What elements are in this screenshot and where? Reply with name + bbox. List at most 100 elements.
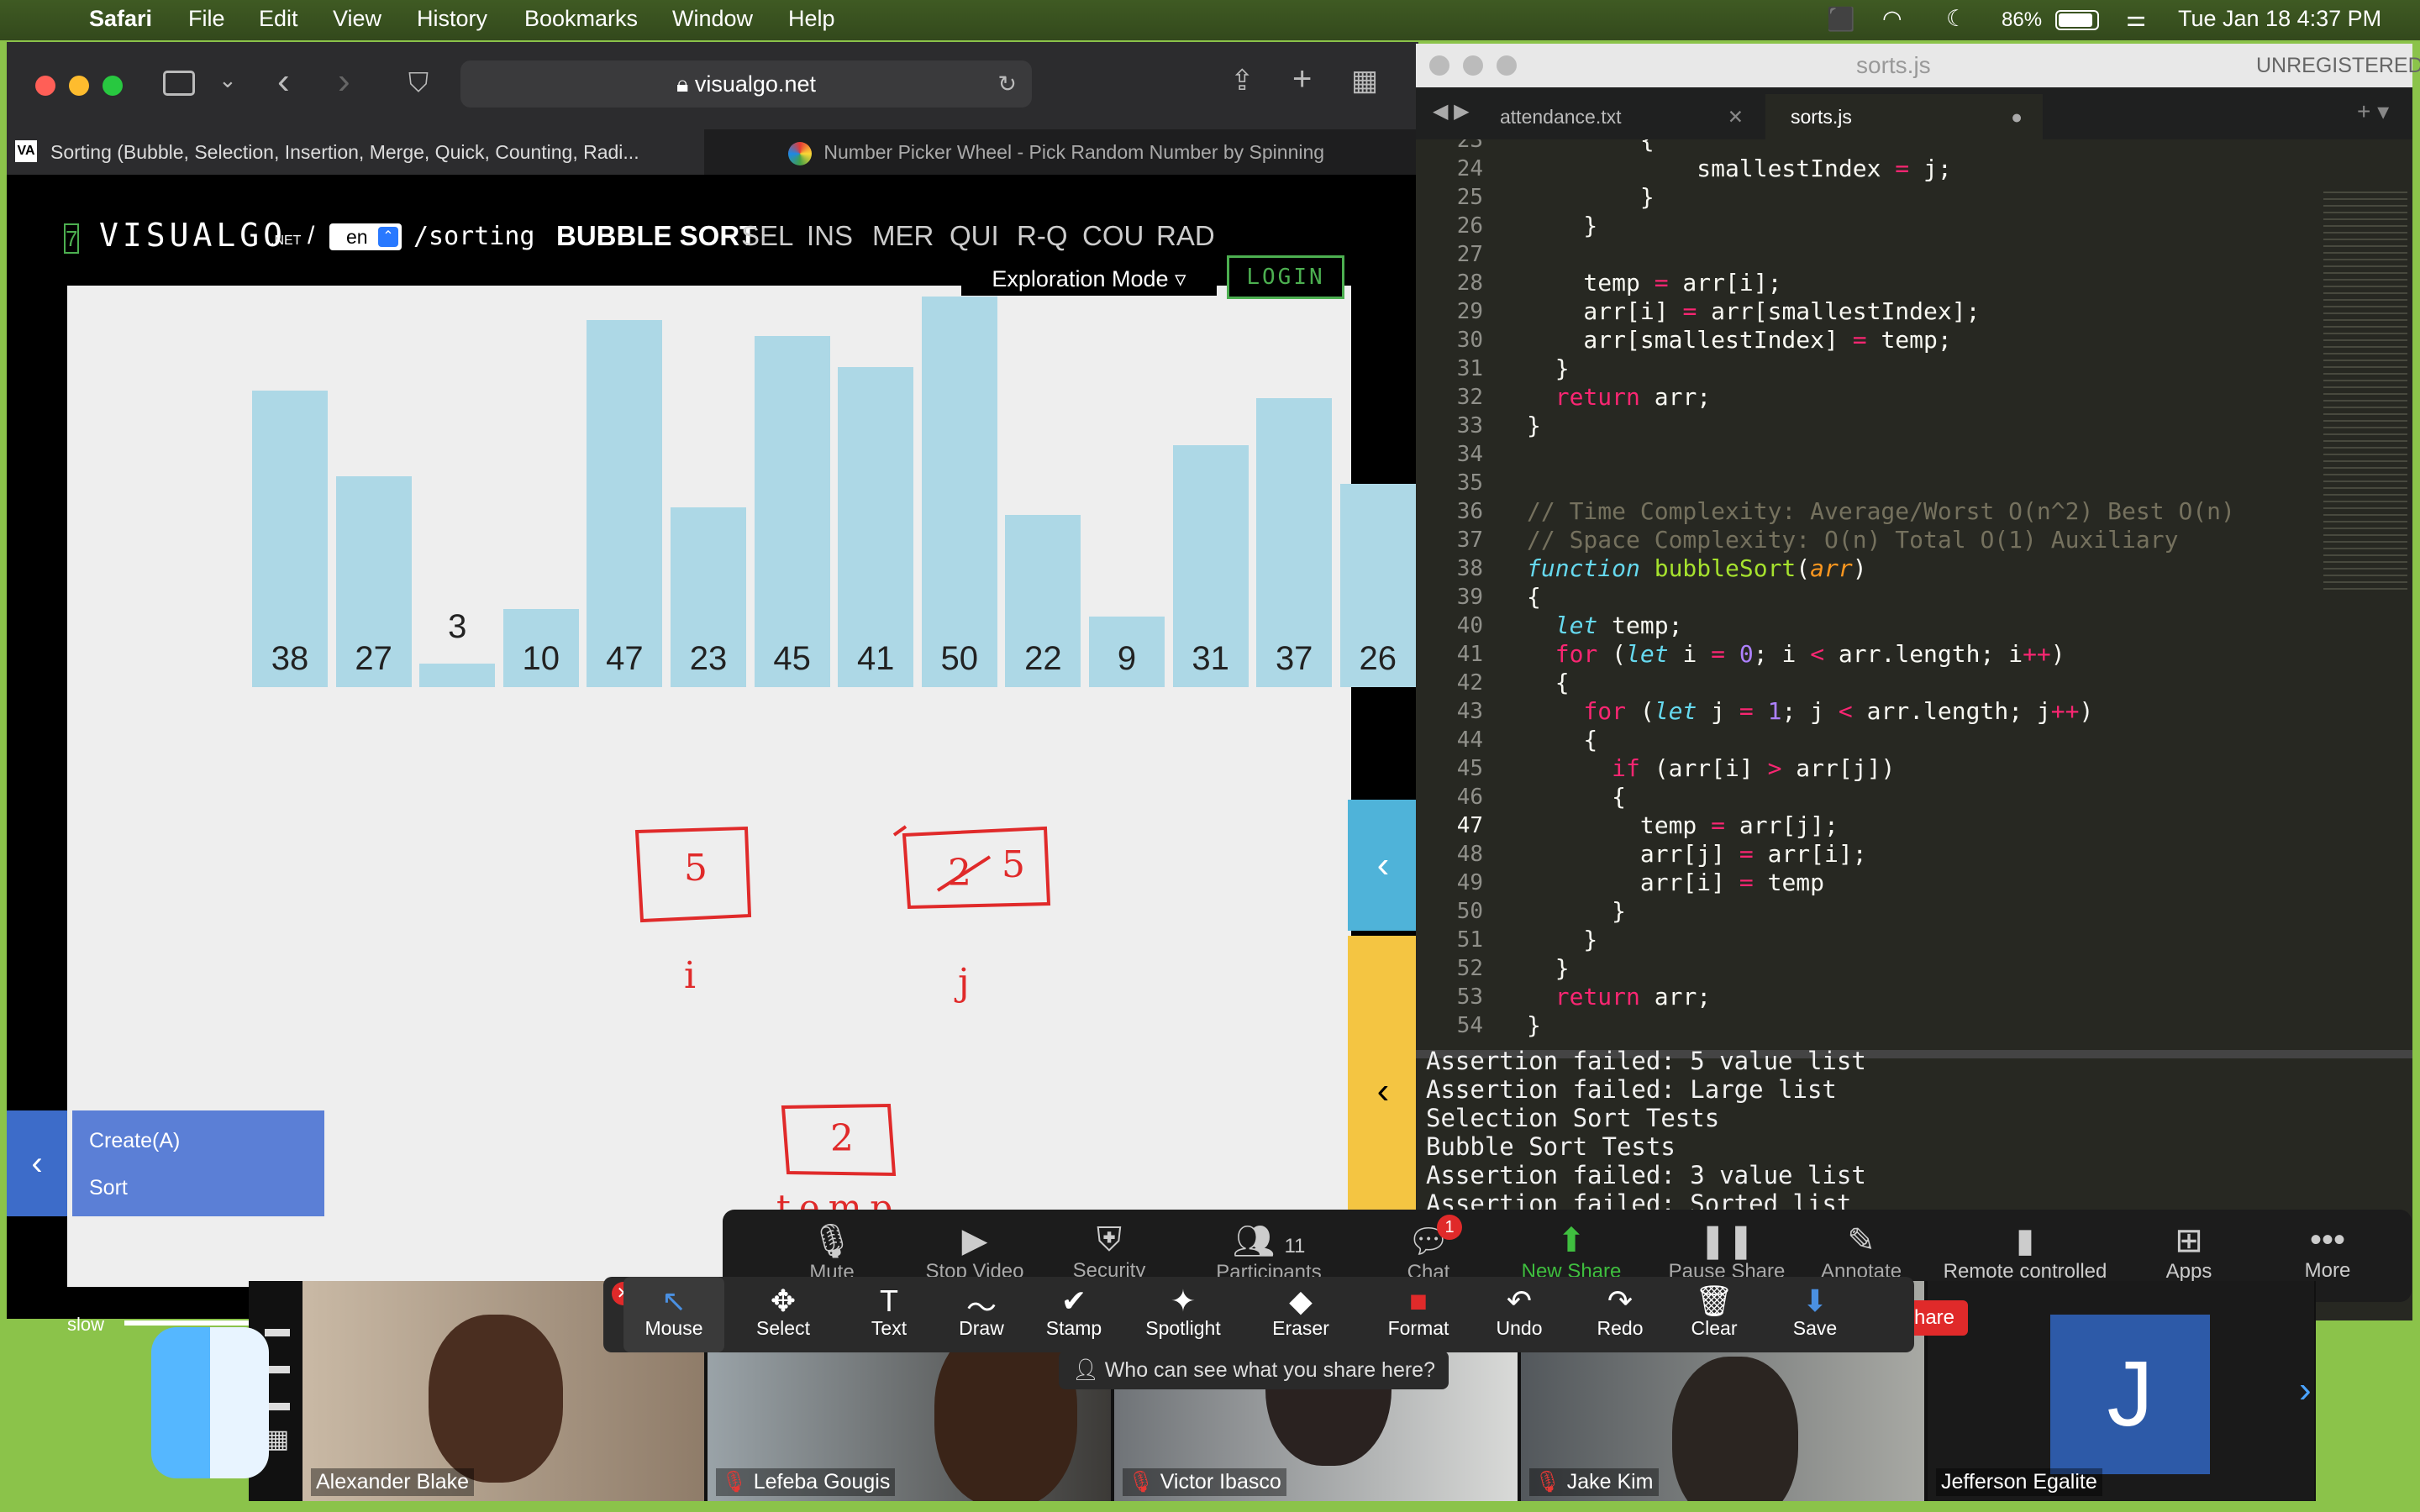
action-menu: Create(A) Sort xyxy=(72,1110,324,1216)
create-menu-item[interactable]: Create(A) xyxy=(89,1129,180,1153)
avatar: J xyxy=(2050,1315,2210,1474)
array-bars: 38 27 3 10 47 23 45 41 50 22 9 31 37 26 xyxy=(7,42,1418,714)
move-icon: ✥ xyxy=(770,1284,797,1318)
bar-value-label: 47 xyxy=(606,640,644,677)
code-line: { xyxy=(1527,669,1570,696)
bar-value-label: 27 xyxy=(355,640,392,677)
line-number: 38 xyxy=(1456,556,1483,581)
code-editor[interactable]: 23 {24 smallestIndex = j; 25 } 26 } 27 28 te… xyxy=(1416,139,2412,1094)
tab-nav-arrows-icon[interactable]: ◀ ▶ xyxy=(1433,99,1470,123)
annotate-tool-undo[interactable]: ↶ Undo xyxy=(1469,1277,1570,1352)
focus-moon-icon[interactable]: ☾ xyxy=(1946,6,1966,32)
menu-app-name[interactable]: Safari xyxy=(89,6,152,32)
close-tab-icon[interactable]: ✕ xyxy=(1728,94,1744,139)
apps-icon: ⊞ xyxy=(2175,1222,2203,1259)
line-number: 54 xyxy=(1456,1013,1483,1038)
bar-value-label: 38 xyxy=(271,640,309,677)
menu-clock[interactable]: Tue Jan 18 4:37 PM xyxy=(2178,6,2381,32)
annotate-tool-format[interactable]: ■ Format xyxy=(1368,1277,1469,1352)
new-tab-plus-icon[interactable]: + ▾ xyxy=(2357,97,2389,125)
pencil-icon: ✎ xyxy=(1847,1222,1876,1259)
undo-icon: ↶ xyxy=(1506,1284,1533,1318)
menu-edit[interactable]: Edit xyxy=(259,6,298,32)
code-line: for (let i = 0; i < arr.length; i++) xyxy=(1555,640,2065,668)
share-visibility-hint[interactable]: 👤︎ Who can see what you share here? xyxy=(1059,1351,1449,1389)
speed-slider[interactable] xyxy=(124,1320,250,1326)
menu-bookmarks[interactable]: Bookmarks xyxy=(524,6,638,32)
share-status-icon[interactable]: ⬛ xyxy=(1827,6,1855,33)
code-line: smallestIndex = j; xyxy=(1527,155,1952,182)
annotate-tool-draw[interactable]: 〜 Draw xyxy=(931,1277,1032,1352)
code-line: arr[i] = temp xyxy=(1527,869,1825,896)
code-line: } xyxy=(1527,926,1598,953)
close-window-button[interactable] xyxy=(1429,55,1449,76)
annotate-tool-redo[interactable]: ↷ Redo xyxy=(1570,1277,1670,1352)
action-panel-toggle[interactable]: ‹ xyxy=(7,1110,67,1216)
trash-icon: 🗑︎ xyxy=(1695,1284,1733,1318)
window-title: sorts.js xyxy=(1856,52,1931,78)
code-line: return arr; xyxy=(1555,983,1712,1011)
menu-view[interactable]: View xyxy=(333,6,381,32)
code-line: function bubbleSort(arr) xyxy=(1527,554,1867,582)
annotate-tool-spotlight[interactable]: ✦ Spotlight xyxy=(1133,1277,1234,1352)
participant-name: Jefferson Egalite xyxy=(1936,1468,2102,1496)
line-number: 48 xyxy=(1456,842,1483,867)
format-icon: ■ xyxy=(1409,1284,1428,1318)
zoom-window-button[interactable] xyxy=(1497,55,1517,76)
control-center-icon[interactable]: ⚌ xyxy=(2126,6,2146,32)
line-number: 30 xyxy=(1456,328,1483,353)
annotate-tool-save[interactable]: ⬇ Save xyxy=(1765,1277,1865,1352)
console-line: Assertion failed: 3 value list xyxy=(1426,1161,1866,1189)
draw-icon: 〜 xyxy=(965,1290,997,1325)
menu-file[interactable]: File xyxy=(188,6,225,32)
array-bar xyxy=(587,319,663,687)
annotate-tool-stamp[interactable]: ✔ Stamp xyxy=(1023,1277,1124,1352)
line-number: 46 xyxy=(1456,785,1483,810)
more-dots-icon: ••• xyxy=(2309,1221,2345,1258)
code-line: } xyxy=(1527,212,1598,239)
minimize-window-button[interactable] xyxy=(1463,55,1483,76)
muted-mic-icon: 🎙︎ xyxy=(1128,1470,1155,1494)
annotate-tool-eraser[interactable]: ◆ Eraser xyxy=(1250,1277,1351,1352)
sublime-title-bar: sorts.js UNREGISTERED xyxy=(1416,44,2420,87)
tab-attendance[interactable]: attendance.txt ✕ xyxy=(1483,94,1760,139)
ink-value-struck: 2 xyxy=(948,852,971,895)
minimap[interactable] xyxy=(2323,186,2407,590)
eraser-icon: ◆ xyxy=(1289,1284,1313,1318)
code-line: if (arr[i] > arr[j]) xyxy=(1612,754,1896,782)
code-line: } xyxy=(1527,954,1570,982)
redo-icon: ↷ xyxy=(1607,1284,1634,1318)
menu-window[interactable]: Window xyxy=(672,6,753,32)
participant-name: 🎙︎ Victor Ibasco xyxy=(1123,1468,1286,1496)
ink-value-i: 5 xyxy=(684,847,708,890)
annotate-tool-select[interactable]: ✥ Select xyxy=(733,1277,834,1352)
battery-icon[interactable] xyxy=(2055,10,2099,30)
code-line: let temp; xyxy=(1555,612,1683,639)
wifi-icon[interactable]: ◠ xyxy=(1882,6,1902,32)
video-tile[interactable]: J Jefferson Egalite xyxy=(1928,1281,2314,1501)
code-line: } xyxy=(1527,897,1627,925)
menu-history[interactable]: History xyxy=(417,6,487,32)
annotate-tool-text[interactable]: T Text xyxy=(839,1277,939,1352)
line-number: 39 xyxy=(1456,585,1483,610)
muted-mic-icon: 🎙︎ xyxy=(1534,1470,1561,1494)
participant-figure xyxy=(429,1315,563,1483)
tab-sorts-js[interactable]: sorts.js ● xyxy=(1765,94,2043,139)
stamp-icon: ✔ xyxy=(1060,1284,1087,1318)
annotate-tool-clear[interactable]: 🗑︎ Clear xyxy=(1664,1277,1765,1352)
speed-label: slow xyxy=(67,1314,105,1335)
menu-help[interactable]: Help xyxy=(788,6,835,32)
muted-mic-icon: 🎙︎ xyxy=(721,1470,748,1494)
annotate-tool-mouse[interactable]: ↖ Mouse xyxy=(623,1277,724,1352)
collapse-panel-button[interactable]: ‹ xyxy=(1348,800,1418,931)
code-line: temp = arr[i]; xyxy=(1527,269,1782,297)
finder-icon[interactable] xyxy=(151,1327,269,1478)
sort-menu-item[interactable]: Sort xyxy=(89,1176,128,1200)
next-page-arrow-icon[interactable]: › xyxy=(2299,1369,2312,1411)
code-line: // Space Complexity: O(n) Total O(1) Aux… xyxy=(1527,526,2179,554)
bar-value-label: 9 xyxy=(1117,640,1137,677)
video-camera-icon: ▶︎ xyxy=(961,1222,988,1259)
annotation-tools: ↖ Mouse ✥ Select T Text 〜 Draw ✔ Stamp ✦ Spotlight ◆… xyxy=(603,1277,1914,1352)
console-line: Bubble Sort Tests xyxy=(1426,1132,1676,1161)
code-line: // Time Complexity: Average/Worst O(n^2)… xyxy=(1527,497,2235,525)
